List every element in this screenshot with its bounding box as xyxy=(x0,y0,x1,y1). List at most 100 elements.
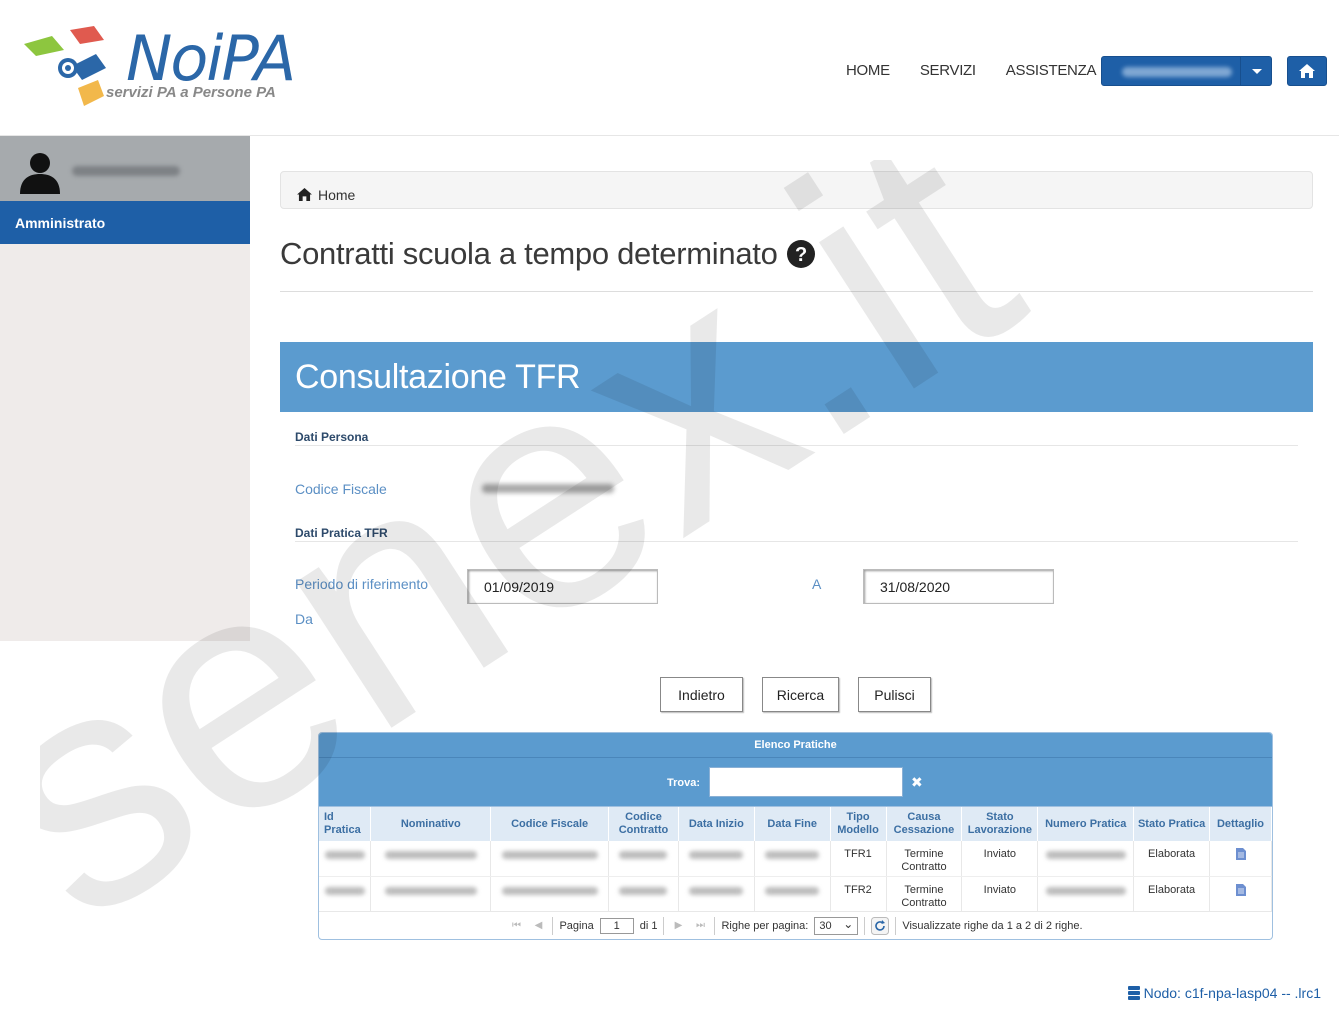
rows-per-page-select[interactable]: 30 xyxy=(814,916,859,935)
page-title-text: Contratti scuola a tempo determinato xyxy=(280,236,778,271)
refresh-icon[interactable] xyxy=(871,916,890,935)
cell-causa-cessazione: Termine Contratto xyxy=(886,841,963,877)
col-nominativo[interactable]: Nominativo xyxy=(370,807,492,841)
cell-dettaglio xyxy=(1209,876,1272,912)
footer-node: Nodo: c1f-npa-lasp04 -- .lrc1 xyxy=(1127,985,1321,1001)
pulisci-button[interactable]: Pulisci xyxy=(858,677,931,712)
breadcrumb-home-link[interactable]: Home xyxy=(318,187,355,203)
col-data-fine[interactable]: Data Fine xyxy=(754,807,831,841)
prev-page-icon[interactable]: ◀ xyxy=(530,918,546,934)
page-label: Pagina xyxy=(559,919,594,932)
cell-dettaglio xyxy=(1209,841,1272,877)
sidebar-user-name-redacted xyxy=(72,166,180,176)
svg-text:?: ? xyxy=(795,244,807,266)
nav-home-link[interactable]: HOME xyxy=(846,62,890,79)
codice-fiscale-label: Codice Fiscale xyxy=(295,481,387,497)
grid-pager: ⏮ ◀ Pagina 1 di 1 ▶ ⏭ Righe per pagina: … xyxy=(319,911,1272,939)
footer-node-text: Nodo: c1f-npa-lasp04 -- .lrc1 xyxy=(1143,985,1321,1001)
section-dati-persona: Dati Persona xyxy=(295,430,369,444)
cell-numero-redacted xyxy=(1037,841,1135,877)
table-row[interactable]: TFR2 Termine Contratto Inviato Elaborata xyxy=(319,876,1272,912)
trova-label: Trova: xyxy=(667,777,701,789)
home-icon xyxy=(1299,64,1315,78)
home-button[interactable] xyxy=(1287,56,1327,86)
sidebar-item-amministrato[interactable]: Amministrato xyxy=(0,201,250,244)
cell-data-inizio-redacted xyxy=(678,876,755,912)
divider xyxy=(295,541,1298,542)
cell-data-fine-redacted xyxy=(754,876,831,912)
document-icon[interactable] xyxy=(1235,883,1246,896)
date-to-input[interactable]: 31/08/2020 xyxy=(863,569,1054,604)
nav-servizi-link[interactable]: SERVIZI xyxy=(920,62,976,79)
cell-tipo-modello: TFR2 xyxy=(830,876,887,912)
page-of-label: di 1 xyxy=(639,919,658,932)
a-label: A xyxy=(812,576,822,592)
codice-fiscale-value-redacted xyxy=(482,484,614,493)
cell-stato-pratica: Elaborata xyxy=(1133,876,1210,912)
col-numero-pratica[interactable]: Numero Pratica xyxy=(1037,807,1135,841)
caret-down-icon xyxy=(1252,69,1262,74)
user-menu-button[interactable] xyxy=(1101,56,1272,86)
document-icon[interactable] xyxy=(1235,848,1246,860)
cell-stato-lavorazione: Inviato xyxy=(961,876,1039,912)
col-codice-contratto[interactable]: Codice Contratto xyxy=(608,807,679,841)
logo-subtitle: servizi PA a Persone PA xyxy=(106,84,276,101)
cell-numero-redacted xyxy=(1037,876,1135,912)
noipa-logo[interactable]: NoiPA servizi PA a Persone PA xyxy=(22,26,312,112)
pager-summary: Visualizzate righe da 1 a 2 di 2 righe. xyxy=(902,919,1083,932)
col-causa-cessazione[interactable]: Causa Cessazione xyxy=(886,807,963,841)
cell-nominativo-redacted xyxy=(370,841,492,877)
da-label: Da xyxy=(295,611,313,627)
col-codice-fiscale[interactable]: Codice Fiscale xyxy=(490,807,610,841)
col-dettaglio[interactable]: Dettaglio xyxy=(1209,807,1272,841)
sidebar: Amministrato xyxy=(0,136,250,641)
first-page-icon[interactable]: ⏮ xyxy=(508,918,524,934)
divider xyxy=(295,445,1298,446)
grid-caption: Elenco Pratiche xyxy=(319,733,1272,758)
panel-title: Consultazione TFR xyxy=(280,342,1313,412)
help-icon[interactable]: ? xyxy=(786,239,816,269)
logo-mark-icon xyxy=(24,26,106,106)
cell-contratto-redacted xyxy=(608,876,679,912)
cell-data-inizio-redacted xyxy=(678,841,755,877)
cell-stato-lavorazione: Inviato xyxy=(961,841,1039,877)
cell-tipo-modello: TFR1 xyxy=(830,841,887,877)
user-name-redacted xyxy=(1122,67,1232,77)
header: NoiPA servizi PA a Persone PA HOME SERVI… xyxy=(0,0,1339,136)
page-input[interactable]: 1 xyxy=(599,917,634,934)
table-row[interactable]: TFR1 Termine Contratto Inviato Elaborata xyxy=(319,841,1272,877)
home-icon xyxy=(297,188,312,201)
grid-search-input[interactable] xyxy=(709,767,903,797)
pratiche-grid: Elenco Pratiche Trova: ✖ Id Pratica Nomi… xyxy=(318,732,1273,940)
last-page-icon[interactable]: ⏭ xyxy=(692,918,708,934)
cell-data-fine-redacted xyxy=(754,841,831,877)
ricerca-button[interactable]: Ricerca xyxy=(762,677,839,712)
col-stato-pratica[interactable]: Stato Pratica xyxy=(1133,807,1210,841)
cell-cf-redacted xyxy=(490,841,610,877)
page-title: Contratti scuola a tempo determinato ? xyxy=(280,236,816,272)
col-tipo-modello[interactable]: Tipo Modello xyxy=(830,807,887,841)
periodo-label: Periodo di riferimento xyxy=(295,576,429,592)
cell-id-redacted xyxy=(319,876,372,912)
server-icon xyxy=(1127,986,1140,1000)
breadcrumb: Home xyxy=(280,171,1313,209)
col-stato-lavorazione[interactable]: Stato Lavorazione xyxy=(961,807,1039,841)
grid-table: Id Pratica Nominativo Codice Fiscale Cod… xyxy=(319,807,1272,912)
next-page-icon[interactable]: ▶ xyxy=(670,918,686,934)
grid-header-row: Id Pratica Nominativo Codice Fiscale Cod… xyxy=(319,807,1272,841)
col-data-inizio[interactable]: Data Inizio xyxy=(678,807,755,841)
rows-per-page-label: Righe per pagina: xyxy=(721,919,809,932)
cell-cf-redacted xyxy=(490,876,610,912)
clear-search-icon[interactable]: ✖ xyxy=(911,774,923,791)
grid-search-bar: Trova: ✖ xyxy=(319,758,1272,807)
logo-text: NoiPA xyxy=(126,22,296,95)
nav-assistenza-link[interactable]: ASSISTENZA xyxy=(1006,62,1097,79)
date-from-input[interactable]: 01/09/2019 xyxy=(467,569,658,604)
col-id-pratica[interactable]: Id Pratica xyxy=(319,807,372,841)
section-dati-pratica: Dati Pratica TFR xyxy=(295,526,388,540)
top-nav: HOME SERVIZI ASSISTENZA xyxy=(846,62,1126,79)
divider xyxy=(280,291,1313,292)
cell-contratto-redacted xyxy=(608,841,679,877)
cell-nominativo-redacted xyxy=(370,876,492,912)
indietro-button[interactable]: Indietro xyxy=(660,677,743,712)
